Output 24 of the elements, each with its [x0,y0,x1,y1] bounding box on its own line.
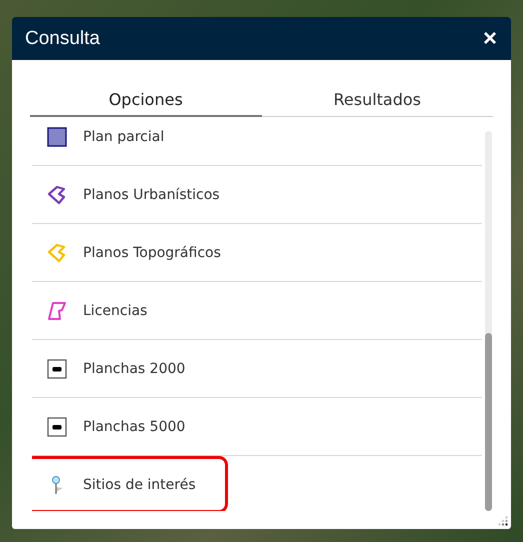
layer-item[interactable]: Sitios de interés [32,456,482,511]
layer-item[interactable]: Planchas 2000 [32,340,482,398]
layer-label: Planchas 5000 [83,418,186,434]
layer-item[interactable]: Planchas 5000 [32,398,482,456]
scrollbar-thumb[interactable] [485,333,492,511]
layer-label: Sitios de interés [83,476,196,492]
tab[interactable]: Opciones [30,84,262,117]
layer-label: Planchas 2000 [83,360,186,376]
layer-item[interactable]: Licencias [32,282,482,340]
sheet-icon [47,358,67,378]
close-button[interactable]: × [482,26,497,50]
layer-label: Plan parcial [83,128,164,144]
layer-item[interactable]: Planos Urbanísticos [32,166,482,224]
panel-title: Consulta [25,28,100,50]
sheet-icon [47,416,67,436]
layer-item[interactable]: Planos Topográficos [32,224,482,282]
resize-grip-icon[interactable] [498,516,508,526]
square-icon [47,126,67,146]
layer-label: Licencias [83,302,148,318]
scrollbar[interactable] [485,131,492,511]
layer-label: Planos Topográficos [83,244,221,260]
layer-label: Planos Urbanísticos [83,186,220,202]
tab[interactable]: Resultados [262,84,493,117]
layer-item[interactable]: Plan parcial [32,121,482,166]
